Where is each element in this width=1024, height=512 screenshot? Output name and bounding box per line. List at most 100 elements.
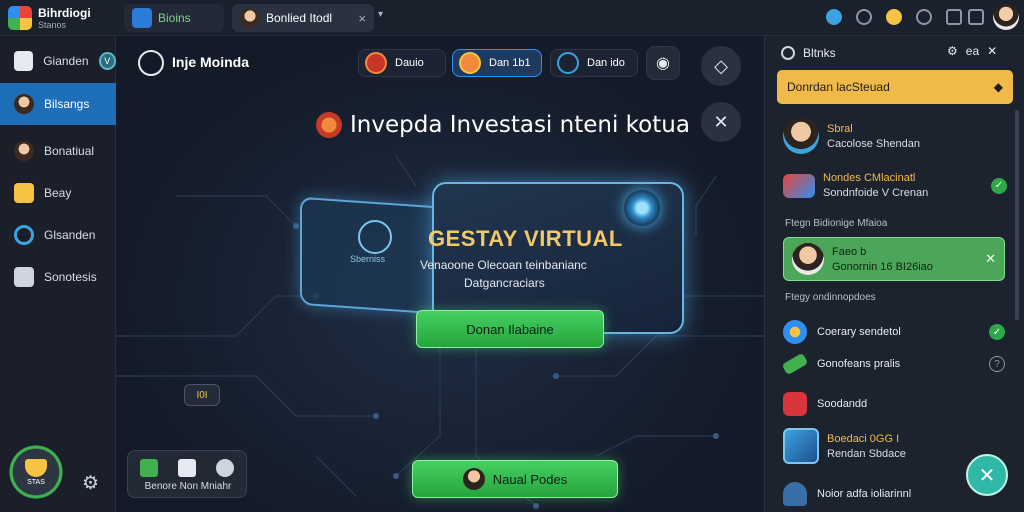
bottom-action-button[interactable]: Naual Podes	[412, 460, 618, 498]
dock: Benore Non Mniahr	[127, 450, 247, 498]
user-icon	[783, 482, 807, 506]
primary-action-button[interactable]: Donan Ilabaine	[416, 310, 604, 348]
notification-title: Boedaci 0GG I	[827, 432, 900, 445]
dock-label: Benore Non Mniahr	[144, 481, 232, 492]
close-stage-button[interactable]: ✕	[701, 102, 741, 142]
pill-label: Dauio	[395, 57, 424, 69]
window-icon[interactable]	[946, 9, 962, 25]
highlight-title: Faeo b	[832, 245, 867, 258]
panel-actions-label: ea	[965, 44, 980, 58]
avatar-icon	[14, 94, 34, 114]
account-icon[interactable]	[916, 9, 932, 25]
tab-app-icon	[132, 8, 152, 28]
card-description: Venaoone Olecoan teinbanianc	[420, 258, 587, 272]
target-icon	[14, 225, 34, 245]
tab-label: Bioins	[158, 11, 191, 25]
telegram-icon[interactable]	[826, 9, 842, 25]
sidebar-item-bonatiual[interactable]: Bonatiual	[0, 130, 116, 172]
brand-name: Bihrdiogi	[38, 6, 91, 20]
notification-panel: Bltnks ⚙ ea ✕ Donrdan lacSteuad ◆ Sbral …	[764, 36, 1024, 512]
avatar	[783, 118, 819, 154]
flag-icon	[783, 392, 807, 416]
tag-icon	[781, 352, 809, 376]
trophy-label: STAS	[27, 478, 45, 486]
pill-dan-1b1[interactable]: Dan 1b1	[452, 49, 542, 77]
highlighted-notification[interactable]: Faeo b Gonornin 16 BI26iao ✕	[783, 237, 1005, 281]
sidebar-item-beay[interactable]: Beay	[0, 172, 116, 214]
section-label: Ftegn Bidionige Mfaioa	[785, 218, 888, 229]
tab-menu-chevron-icon[interactable]: ▾	[378, 9, 383, 20]
headline: Invepda Investasi nteni kotua	[316, 112, 690, 138]
app-title: Inje Moinda	[172, 54, 249, 70]
tools-icon: ✕	[978, 464, 996, 487]
sidebar-item-label: Gianden	[43, 54, 89, 68]
controller-icon[interactable]	[856, 9, 872, 25]
chat-icon[interactable]	[140, 459, 158, 477]
top-bar: Bihrdiogi Stanos Bioins Bonlied Itodl × …	[0, 0, 1024, 36]
brand-subtitle: Stanos	[38, 20, 67, 30]
panel-header: Bltnks	[781, 46, 836, 60]
list-item[interactable]: Gonofeans pralis ?	[781, 352, 1005, 376]
pill-dan-ido[interactable]: Dan ido	[550, 49, 638, 77]
info-icon: ?	[989, 356, 1005, 372]
rotate-button[interactable]: ◇	[701, 46, 741, 86]
card-title: GESTAY VIRTUAL	[428, 226, 623, 251]
document-icon[interactable]	[178, 459, 196, 477]
trophy-button[interactable]: STAS	[8, 444, 64, 500]
globe-icon	[783, 320, 807, 344]
fab-button[interactable]: ✕	[966, 454, 1008, 496]
settings-icon[interactable]: ⚙	[947, 44, 958, 58]
close-icon: ✕	[713, 111, 729, 132]
notification-item[interactable]: Sbral Cacolose Shendan	[777, 118, 1013, 154]
shield-icon	[557, 52, 579, 74]
card-icon	[783, 173, 815, 198]
panel-scrollbar[interactable]	[1015, 110, 1019, 320]
sidebar-item-label: Bonatiual	[44, 144, 95, 158]
sidebar-item-bilsangs[interactable]: Bilsangs	[0, 83, 116, 125]
sidebar-item-gianden[interactable]: Gianden V	[0, 40, 116, 82]
sidebar-item-sonotesis[interactable]: Sonotesis	[0, 256, 116, 298]
banner-text: Donrdan lacSteuad	[787, 80, 890, 94]
notification-subtitle: Sondnfoide V Crenan	[823, 187, 929, 199]
brand-logo-icon	[8, 6, 32, 30]
box-icon	[14, 267, 34, 287]
coin-icon	[459, 52, 481, 74]
panel-banner[interactable]: Donrdan lacSteuad ◆	[777, 70, 1013, 104]
sidebar-item-label: Glsanden	[44, 228, 96, 242]
notification-title: Nondes CMlacinatl	[823, 172, 916, 184]
coin-icon[interactable]	[886, 9, 902, 25]
close-icon[interactable]: ✕	[987, 44, 997, 58]
tab-avatar-icon	[240, 8, 260, 28]
folder-icon	[14, 183, 34, 203]
floating-badge[interactable]: I0I	[184, 384, 220, 406]
list-item-label: Coerary sendetol	[817, 326, 901, 338]
clock-icon	[781, 46, 795, 60]
bottom-button-label: Naual Podes	[492, 471, 568, 487]
headline-text: Invepda Investasi nteni kotua	[350, 112, 690, 138]
gear-icon[interactable]: ⚙	[82, 472, 99, 495]
pill-dauio[interactable]: Dauio	[358, 49, 446, 77]
notification-subtitle: Rendan Sbdace	[827, 447, 906, 460]
tab-close-icon[interactable]: ×	[358, 11, 366, 26]
avatar	[792, 243, 824, 275]
list-item[interactable]: Soodandd	[783, 392, 1005, 416]
sidebar: Gianden V Bilsangs Bonatiual Beay Glsand…	[0, 36, 116, 512]
user-avatar[interactable]	[993, 4, 1019, 30]
camera-button[interactable]: ◉	[646, 46, 680, 80]
profile-icon	[14, 141, 34, 161]
user-add-icon[interactable]	[216, 459, 234, 477]
card-label: Sberniss	[350, 254, 386, 264]
tab-label: Bonlied Itodl	[266, 11, 333, 25]
camera-icon: ◉	[656, 55, 670, 72]
sidebar-item-glsanden[interactable]: Glsanden	[0, 214, 116, 256]
tab-bonlied[interactable]: Bonlied Itodl ×	[232, 4, 374, 32]
close-icon[interactable]: ✕	[985, 251, 996, 267]
tab-bioins[interactable]: Bioins	[124, 4, 224, 32]
list-item-label: Soodandd	[817, 398, 868, 410]
notification-item[interactable]: Nondes CMlacinatl Sondnfoide V Crenan ✓	[777, 172, 1013, 199]
main-stage: Inje Moinda Dauio Dan 1b1 Dan ido ◉ ◇ ✕ …	[116, 36, 764, 512]
highlight-subtitle: Gonornin 16 BI26iao	[832, 260, 933, 273]
minimize-icon[interactable]	[968, 9, 984, 25]
list-item[interactable]: Coerary sendetol ✓	[783, 320, 1005, 344]
panel-title: Bltnks	[803, 46, 836, 60]
